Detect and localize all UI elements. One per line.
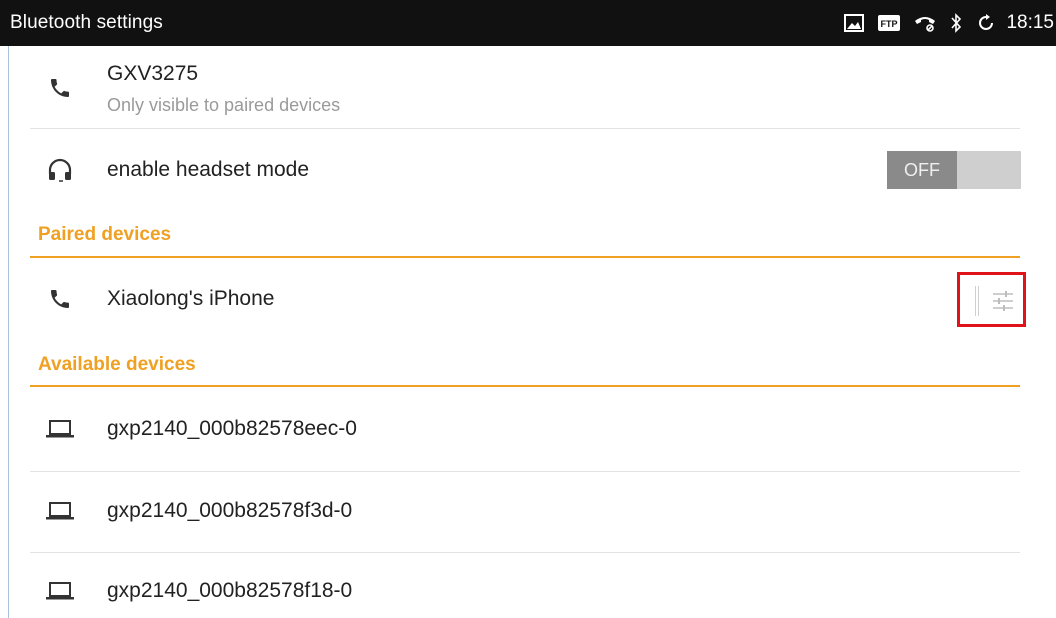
window-title: Bluetooth settings [10, 12, 163, 33]
status-icons: FTP 18:15 [830, 0, 1056, 46]
available-device-name: gxp2140_000b82578eec-0 [107, 417, 357, 440]
paired-device-name: Xiaolong's iPhone [107, 287, 275, 310]
divider [975, 286, 979, 316]
headset-mode-toggle[interactable]: OFF [887, 151, 1021, 189]
divider [30, 471, 1020, 472]
section-divider [30, 385, 1020, 387]
device-name: GXV3275 [107, 62, 199, 85]
sync-icon [976, 13, 996, 33]
ftp-icon: FTP [878, 15, 901, 31]
phone-icon [45, 73, 75, 103]
divider [30, 552, 1020, 553]
available-device-name: gxp2140_000b82578f18-0 [107, 579, 353, 602]
available-devices-header: Available devices [38, 354, 196, 375]
image-icon [844, 14, 865, 32]
divider [30, 128, 1020, 129]
available-device-name: gxp2140_000b82578f3d-0 [107, 499, 353, 522]
status-bar: Bluetooth settings FTP 18:15 [0, 0, 1056, 46]
laptop-icon [45, 576, 75, 606]
ftp-icon-text: FTP [881, 19, 898, 29]
headset-icon [45, 155, 75, 185]
paired-device-settings-button[interactable] [957, 272, 1026, 327]
laptop-icon [45, 414, 75, 444]
device-visibility: Only visible to paired devices [107, 95, 341, 115]
voicemail-icon [914, 14, 936, 32]
clock-time: 18:15 [1006, 12, 1054, 33]
settings-sliders-icon [991, 289, 1015, 318]
bluetooth-icon [950, 13, 962, 33]
laptop-icon [45, 496, 75, 526]
content-left-edge [8, 46, 9, 618]
headset-mode-label: enable headset mode [107, 158, 309, 181]
section-divider [30, 256, 1020, 258]
paired-devices-header: Paired devices [38, 224, 172, 245]
phone-icon [45, 284, 75, 314]
toggle-state-label: OFF [887, 151, 957, 189]
